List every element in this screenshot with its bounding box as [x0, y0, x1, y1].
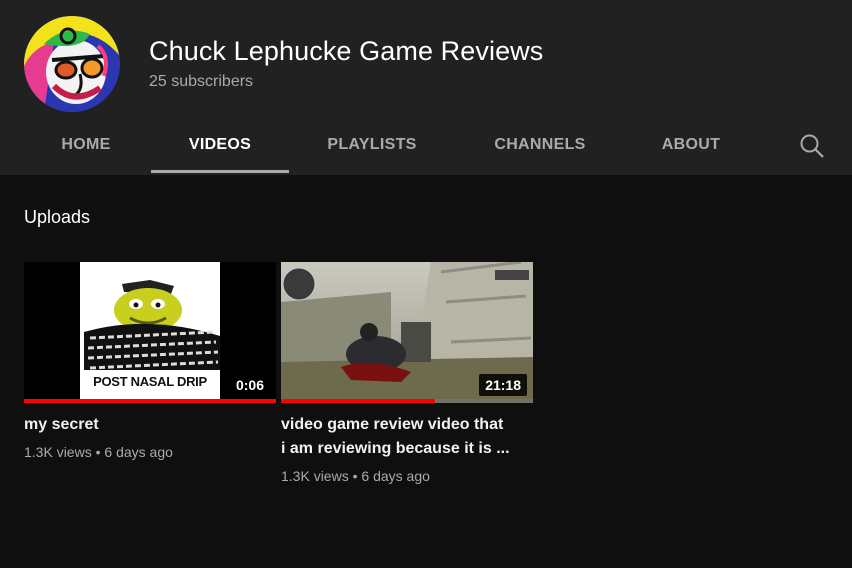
watch-progress-bar	[24, 399, 276, 403]
subscriber-count: 25 subscribers	[149, 73, 254, 90]
video-card[interactable]: POST NASAL DRIP 0:06 my secret 1.3K view…	[24, 262, 276, 461]
watch-progress-bar	[281, 399, 435, 403]
search-icon	[800, 134, 824, 158]
view-count: 1.3K views	[281, 468, 349, 484]
tab-channels[interactable]: CHANNELS	[480, 118, 600, 173]
channel-avatar[interactable]	[24, 16, 120, 112]
tab-about[interactable]: ABOUT	[649, 118, 733, 173]
video-card[interactable]: 21:18 video game review video that i am …	[281, 262, 533, 485]
search-button[interactable]	[797, 131, 827, 161]
uploads-heading: Uploads	[24, 207, 91, 227]
video-title[interactable]: my secret	[24, 413, 254, 437]
tab-home[interactable]: HOME	[36, 118, 136, 173]
video-duration: 21:18	[479, 374, 527, 396]
tab-active-indicator	[151, 170, 289, 173]
view-count: 1.3K views	[24, 444, 92, 460]
avatar-image	[24, 16, 120, 112]
video-meta: 1.3K views • 6 days ago	[281, 467, 533, 485]
thumbnail-caption: POST NASAL DRIP	[93, 374, 207, 389]
upload-age: 6 days ago	[104, 444, 173, 460]
tab-videos[interactable]: VIDEOS	[151, 118, 289, 173]
upload-age: 6 days ago	[361, 468, 430, 484]
tab-playlists[interactable]: PLAYLISTS	[314, 118, 430, 173]
video-meta: 1.3K views • 6 days ago	[24, 443, 276, 461]
video-thumbnail[interactable]: 21:18	[281, 262, 533, 403]
video-duration: 0:06	[229, 374, 270, 396]
video-thumbnail[interactable]: POST NASAL DRIP 0:06	[24, 262, 276, 403]
video-title[interactable]: video game review video that i am review…	[281, 413, 511, 461]
channel-header: Chuck Lephucke Game Reviews 25 subscribe…	[0, 0, 852, 175]
channel-name: Chuck Lephucke Game Reviews	[149, 36, 544, 66]
